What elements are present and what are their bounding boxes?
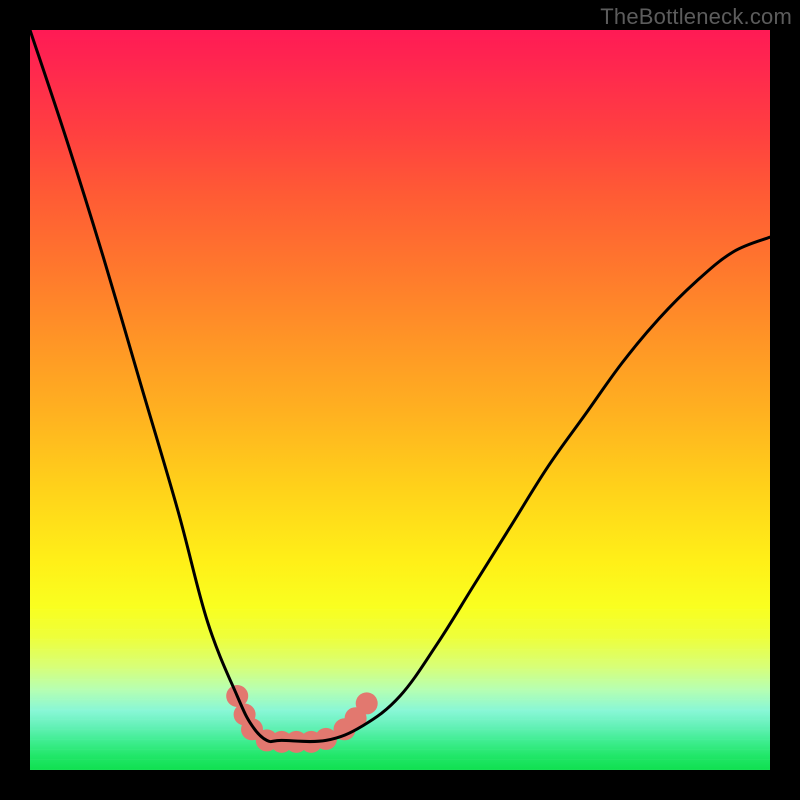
data-marker bbox=[300, 731, 322, 753]
data-marker bbox=[345, 707, 367, 729]
curve-layer bbox=[30, 30, 770, 770]
plot-area bbox=[30, 30, 770, 770]
data-marker bbox=[334, 718, 356, 740]
data-marker bbox=[356, 692, 378, 714]
data-marker bbox=[315, 728, 337, 750]
marker-group bbox=[226, 685, 378, 753]
data-marker bbox=[234, 704, 256, 726]
data-marker bbox=[241, 718, 263, 740]
data-marker bbox=[226, 685, 248, 707]
watermark-text: TheBottleneck.com bbox=[600, 4, 792, 30]
data-marker bbox=[285, 731, 307, 753]
gradient-bands bbox=[30, 600, 770, 770]
chart-frame: TheBottleneck.com bbox=[0, 0, 800, 800]
data-marker bbox=[271, 731, 293, 753]
data-marker bbox=[256, 729, 278, 751]
bottleneck-curve-path bbox=[30, 30, 770, 742]
